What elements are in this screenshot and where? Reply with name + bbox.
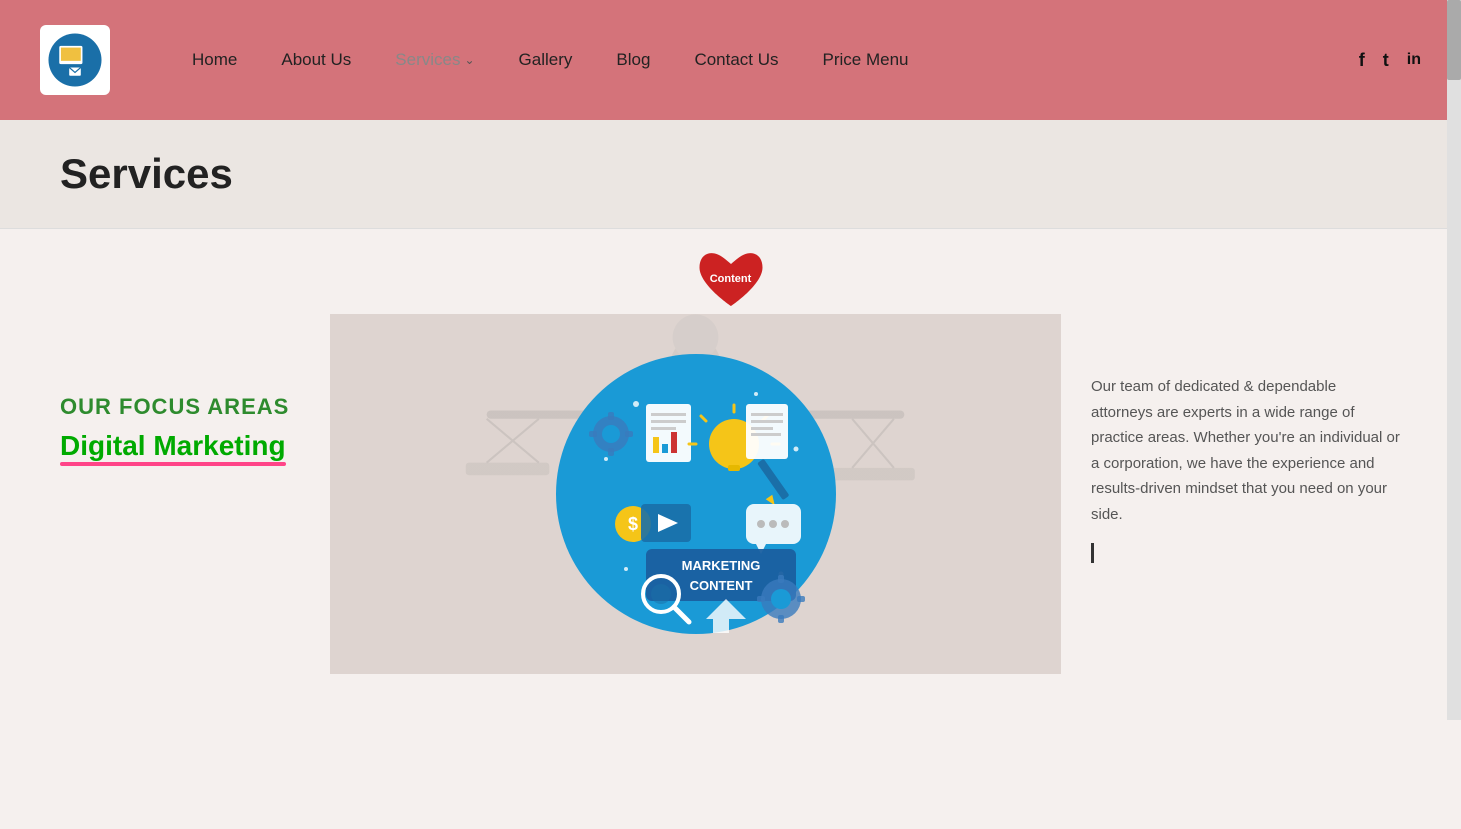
nav-contact-us[interactable]: Contact Us xyxy=(672,50,800,70)
nav-home[interactable]: Home xyxy=(170,50,259,70)
marketing-circle: $ xyxy=(551,349,841,639)
page-title: Services xyxy=(60,150,1401,198)
heart-badge-container: Content xyxy=(0,229,1461,314)
center-image: $ xyxy=(330,314,1061,674)
twitter-icon[interactable]: t xyxy=(1383,50,1389,71)
focus-areas-title: OUR FOCUS AREAS xyxy=(60,394,290,420)
svg-text:CONTENT: CONTENT xyxy=(689,578,752,593)
heart-label: Content xyxy=(710,273,752,285)
nav-blog[interactable]: Blog xyxy=(594,50,672,70)
logo[interactable] xyxy=(40,25,110,95)
nav-price-menu[interactable]: Price Menu xyxy=(801,50,931,70)
right-panel: Our team of dedicated & dependable attor… xyxy=(1061,314,1461,674)
linkedin-icon[interactable]: in xyxy=(1407,51,1421,69)
page-title-section: Services xyxy=(0,120,1461,229)
text-cursor xyxy=(1091,543,1094,563)
svg-text:MARKETING: MARKETING xyxy=(681,558,760,573)
nav-services[interactable]: Services ⌄ xyxy=(373,50,496,70)
scrollbar[interactable] xyxy=(1447,0,1461,720)
site-header: Home About Us Services ⌄ Gallery Blog Co… xyxy=(0,0,1461,120)
social-links: f t in xyxy=(1359,50,1421,71)
nav-about-us[interactable]: About Us xyxy=(259,50,373,70)
chevron-down-icon: ⌄ xyxy=(464,53,474,67)
content-area: Content OUR FOCUS AREAS Digital Marketin… xyxy=(0,229,1461,829)
scrollbar-thumb[interactable] xyxy=(1447,0,1461,80)
heart-badge: Content xyxy=(696,249,766,314)
main-nav: Home About Us Services ⌄ Gallery Blog Co… xyxy=(170,50,1359,70)
focus-subtitle: Digital Marketing xyxy=(60,430,286,462)
left-panel: OUR FOCUS AREAS Digital Marketing xyxy=(0,314,330,674)
right-description: Our team of dedicated & dependable attor… xyxy=(1091,374,1401,527)
svg-text:$: $ xyxy=(627,514,637,534)
nav-gallery[interactable]: Gallery xyxy=(497,50,595,70)
facebook-icon[interactable]: f xyxy=(1359,50,1365,71)
main-section: OUR FOCUS AREAS Digital Marketing xyxy=(0,314,1461,674)
